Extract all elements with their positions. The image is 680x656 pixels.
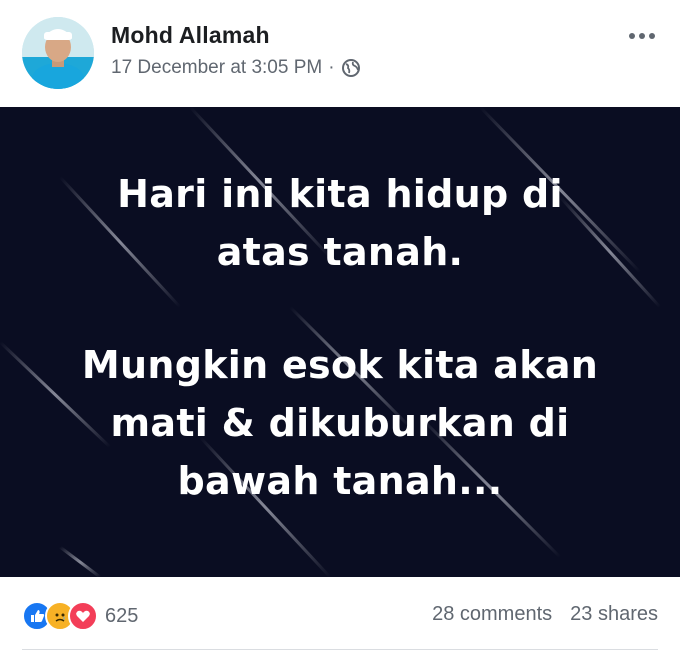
post-timestamp[interactable]: 17 December at 3:05 PM xyxy=(111,57,322,79)
more-options-icon[interactable] xyxy=(624,26,660,46)
caption-line: atas tanah. xyxy=(216,230,464,274)
reactions-summary[interactable]: 625 xyxy=(22,601,138,631)
engagement-stats: 28 comments 23 shares xyxy=(432,603,658,626)
meta-separator: · xyxy=(328,57,335,78)
shares-count[interactable]: 23 shares xyxy=(570,603,658,626)
comments-count[interactable]: 28 comments xyxy=(432,603,552,626)
reaction-count: 625 xyxy=(105,604,139,627)
image-caption: Hari ini kita hidup di atas tanah. Mungk… xyxy=(0,165,680,510)
love-icon xyxy=(68,601,98,631)
divider xyxy=(22,649,658,650)
caption-line: bawah tanah... xyxy=(177,459,503,503)
caption-line: mati & dikuburkan di xyxy=(110,401,570,445)
post-image[interactable]: Hari ini kita hidup di atas tanah. Mungk… xyxy=(0,107,680,577)
author-name[interactable]: Mohd Allamah xyxy=(111,22,270,49)
caption-line: Mungkin esok kita akan xyxy=(81,343,599,387)
globe-icon[interactable] xyxy=(341,58,361,78)
author-avatar[interactable] xyxy=(22,17,94,89)
post-meta: 17 December at 3:05 PM · xyxy=(111,57,361,79)
post-header: Mohd Allamah 17 December at 3:05 PM · xyxy=(0,0,680,107)
post-footer: 625 28 comments 23 shares xyxy=(0,577,680,656)
caption-line: Hari ini kita hidup di xyxy=(117,172,563,216)
